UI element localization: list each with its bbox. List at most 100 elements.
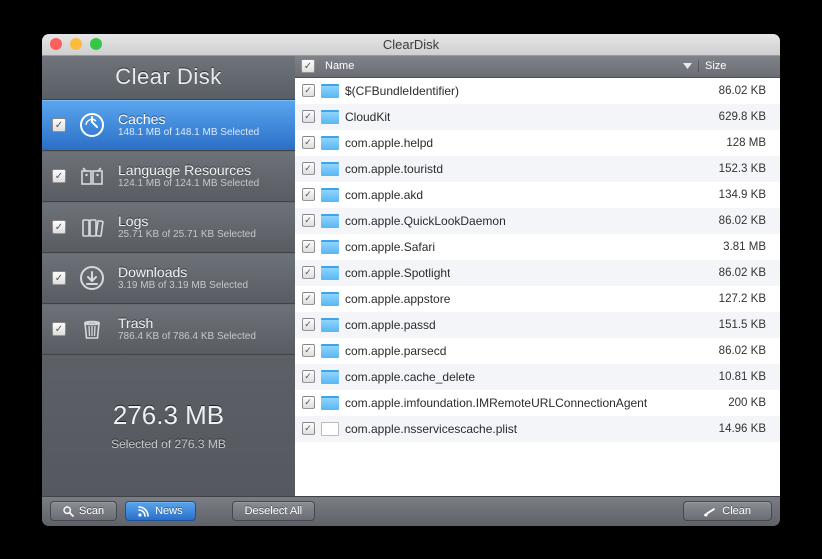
table-row[interactable]: ✓com.apple.touristd152.3 KB xyxy=(295,156,780,182)
window-title: ClearDisk xyxy=(42,37,780,52)
row-size: 10.81 KB xyxy=(698,371,780,383)
row-size: 3.81 MB xyxy=(698,241,780,253)
table-body: ✓ $(CFBundleIdentifier) 86.02 KB ✓CloudKit6… xyxy=(295,78,780,496)
row-size: 128 MB xyxy=(698,137,780,149)
category-name: Caches xyxy=(118,111,259,127)
category-checkbox[interactable]: ✓ xyxy=(52,118,66,132)
table-row[interactable]: ✓ com.apple.Spotlight 86.02 KB xyxy=(295,260,780,286)
row-checkbox[interactable]: ✓ xyxy=(302,214,315,227)
news-button[interactable]: News xyxy=(125,501,196,521)
col-size[interactable]: Size xyxy=(698,60,780,72)
category-subtext: 25.71 KB of 25.71 KB Selected xyxy=(118,229,256,241)
folder-icon xyxy=(321,344,339,358)
row-checkbox[interactable]: ✓ xyxy=(302,396,315,409)
row-checkbox[interactable]: ✓ xyxy=(302,370,315,383)
category-checkbox[interactable]: ✓ xyxy=(52,220,66,234)
category-checkbox[interactable]: ✓ xyxy=(52,271,66,285)
table-row[interactable]: ✓com.apple.passd151.5 KB xyxy=(295,312,780,338)
folder-icon xyxy=(321,266,339,280)
sidebar-item-trash[interactable]: ✓Trash786.4 KB of 786.4 KB Selected xyxy=(42,304,295,355)
scan-button[interactable]: Scan xyxy=(50,501,117,521)
category-icon xyxy=(76,160,108,192)
sidebar-item-caches[interactable]: ✓Caches148.1 MB of 148.1 MB Selected xyxy=(42,100,295,151)
row-name: com.apple.parsecd xyxy=(345,344,446,358)
table-row[interactable]: ✓com.apple.QuickLookDaemon86.02 KB xyxy=(295,208,780,234)
rss-icon xyxy=(138,506,150,517)
table-row[interactable]: ✓CloudKit629.8 KB xyxy=(295,104,780,130)
clean-icon xyxy=(704,506,717,517)
category-subtext: 3.19 MB of 3.19 MB Selected xyxy=(118,280,248,292)
row-checkbox[interactable]: ✓ xyxy=(302,110,315,123)
folder-icon xyxy=(321,318,339,332)
row-checkbox[interactable]: ✓ xyxy=(302,292,315,305)
folder-icon xyxy=(321,292,339,306)
folder-icon xyxy=(321,136,339,150)
file-panel: ✓ Name Size ✓ $(CFBundleIdentifier) 86.02 … xyxy=(295,56,780,496)
row-checkbox[interactable]: ✓ xyxy=(302,136,315,149)
table-row[interactable]: ✓com.apple.appstore127.2 KB xyxy=(295,286,780,312)
row-name: com.apple.cache_delete xyxy=(345,370,475,384)
sidebar-item-language-resources[interactable]: ✓Language Resources124.1 MB of 124.1 MB … xyxy=(42,151,295,202)
clean-button[interactable]: Clean xyxy=(683,501,772,521)
row-name: com.apple.appstore xyxy=(345,292,450,306)
row-size: 86.02 KB xyxy=(698,345,780,357)
app-brand: Clear Disk xyxy=(42,56,295,100)
folder-icon xyxy=(321,162,339,176)
row-checkbox[interactable]: ✓ xyxy=(302,422,315,435)
table-row[interactable]: ✓ $(CFBundleIdentifier) 86.02 KB xyxy=(295,78,780,104)
summary-total: 276.3 MB xyxy=(113,400,224,431)
category-icon xyxy=(76,109,108,141)
row-size: 86.02 KB xyxy=(698,267,780,279)
row-checkbox[interactable]: ✓ xyxy=(302,162,315,175)
sidebar-item-logs[interactable]: ✓Logs25.71 KB of 25.71 KB Selected xyxy=(42,202,295,253)
row-checkbox[interactable]: ✓ xyxy=(302,344,315,357)
category-checkbox[interactable]: ✓ xyxy=(52,169,66,183)
row-size: 134.9 KB xyxy=(698,189,780,201)
row-name: com.apple.Safari xyxy=(345,240,435,254)
table-row[interactable]: ✓ com.apple.parsecd 86.02 KB xyxy=(295,338,780,364)
titlebar[interactable]: ClearDisk xyxy=(42,34,780,56)
window-body: Clear Disk ✓Caches148.1 MB of 148.1 MB S… xyxy=(42,56,780,496)
row-checkbox[interactable]: ✓ xyxy=(302,318,315,331)
folder-icon xyxy=(321,370,339,384)
minimize-icon[interactable] xyxy=(70,38,82,50)
table-row[interactable]: ✓ com.apple.akd 134.9 KB xyxy=(295,182,780,208)
table-row[interactable]: ✓com.apple.nsservicescache.plist14.96 KB xyxy=(295,416,780,442)
row-size: 200 KB xyxy=(698,397,780,409)
table-row[interactable]: ✓com.apple.helpd128 MB xyxy=(295,130,780,156)
row-name: com.apple.akd xyxy=(345,188,423,202)
table-row[interactable]: ✓ com.apple.Safari 3.81 MB xyxy=(295,234,780,260)
zoom-icon[interactable] xyxy=(90,38,102,50)
row-name: com.apple.touristd xyxy=(345,162,443,176)
row-checkbox[interactable]: ✓ xyxy=(302,240,315,253)
row-checkbox[interactable]: ✓ xyxy=(302,84,315,97)
footer-toolbar: Scan News Deselect All Clean xyxy=(42,496,780,526)
category-checkbox[interactable]: ✓ xyxy=(52,322,66,336)
app-window: ClearDisk Clear Disk ✓Caches148.1 MB of … xyxy=(42,34,780,526)
folder-icon xyxy=(321,240,339,254)
table-row[interactable]: ✓com.apple.imfoundation.IMRemoteURLConne… xyxy=(295,390,780,416)
row-checkbox[interactable]: ✓ xyxy=(302,188,315,201)
row-name: com.apple.nsservicescache.plist xyxy=(345,422,517,436)
file-icon xyxy=(321,422,339,436)
row-name: com.apple.Spotlight xyxy=(345,266,450,280)
select-all-checkbox[interactable]: ✓ xyxy=(301,59,315,73)
col-name[interactable]: Name xyxy=(321,60,698,72)
row-size: 86.02 KB xyxy=(698,85,780,97)
sidebar-item-downloads[interactable]: ✓Downloads3.19 MB of 3.19 MB Selected xyxy=(42,253,295,304)
row-name: com.apple.passd xyxy=(345,318,436,332)
category-list: ✓Caches148.1 MB of 148.1 MB Selected✓Lan… xyxy=(42,100,295,355)
category-name: Trash xyxy=(118,315,256,331)
close-icon[interactable] xyxy=(50,38,62,50)
folder-icon xyxy=(321,188,339,202)
selection-summary: 276.3 MB Selected of 276.3 MB xyxy=(42,355,295,496)
sidebar: Clear Disk ✓Caches148.1 MB of 148.1 MB S… xyxy=(42,56,295,496)
row-name: $(CFBundleIdentifier) xyxy=(345,84,459,98)
table-row[interactable]: ✓ com.apple.cache_delete 10.81 KB xyxy=(295,364,780,390)
row-name: com.apple.QuickLookDaemon xyxy=(345,214,506,228)
category-icon xyxy=(76,313,108,345)
row-checkbox[interactable]: ✓ xyxy=(302,266,315,279)
col-checkbox[interactable]: ✓ xyxy=(295,59,321,73)
deselect-all-button[interactable]: Deselect All xyxy=(232,501,315,521)
folder-icon xyxy=(321,84,339,98)
